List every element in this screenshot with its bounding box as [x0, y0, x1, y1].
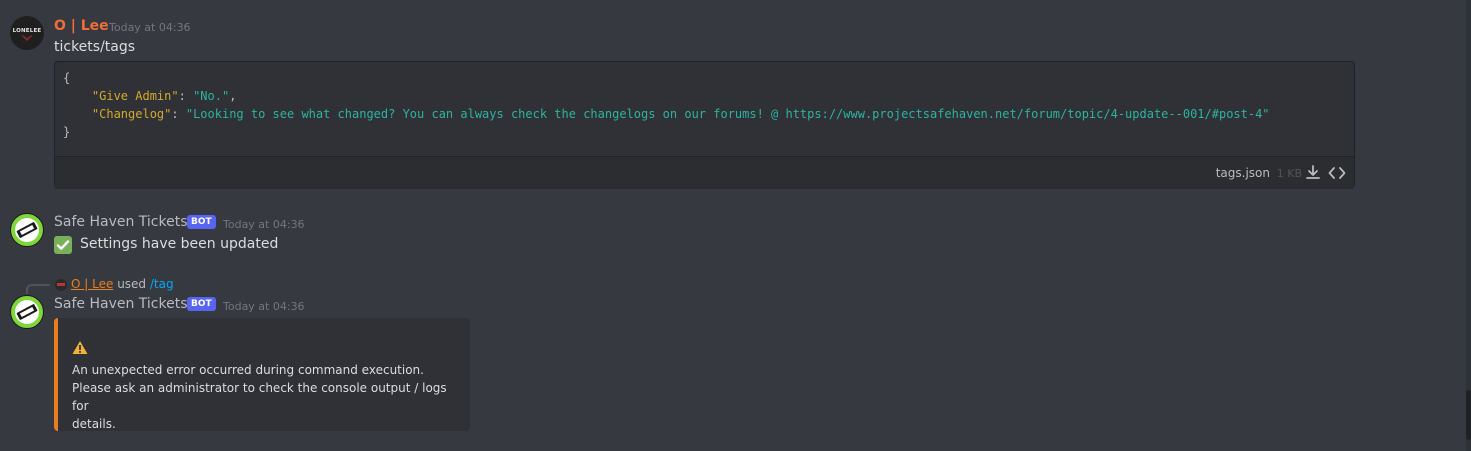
message-timestamp: Today at 04:36 [223, 218, 305, 231]
user-avatar[interactable]: LONELEE [10, 16, 44, 50]
avatar-bird-icon [21, 35, 33, 41]
avatar-text: LONELEE [12, 28, 42, 34]
chat-window: LONELEE O | Lee Today at 04:36 tickets/t… [0, 0, 1471, 451]
reply-user[interactable]: O | Lee [71, 277, 113, 291]
download-icon[interactable] [1304, 164, 1322, 182]
warning-icon [72, 340, 88, 355]
attachment-filename[interactable]: tags.json [1216, 166, 1270, 180]
code-text: { "Give Admin": "No.", "Changelog": "Loo… [63, 71, 1270, 139]
message-timestamp: Today at 04:36 [223, 300, 305, 313]
message-author[interactable]: Safe Haven Tickets [54, 296, 188, 312]
embed-line: An unexpected error occurred during comm… [72, 363, 424, 377]
scrollbar-thumb[interactable] [1466, 390, 1471, 440]
reply-connector [26, 284, 50, 294]
embed-description: An unexpected error occurred during comm… [72, 361, 452, 433]
code-block-footer: tags.json 1 KB [55, 156, 1354, 189]
bot-badge: BOT [187, 297, 216, 311]
message-timestamp: Today at 04:36 [109, 21, 191, 34]
reply-reference[interactable]: O | Lee used /tag [71, 277, 174, 291]
attachment-filesize: 1 KB [1276, 167, 1302, 180]
bot-avatar[interactable] [10, 213, 44, 247]
reply-avatar[interactable] [55, 279, 67, 291]
reply-command[interactable]: /tag [150, 277, 174, 291]
message-author[interactable]: Safe Haven Tickets [54, 214, 188, 230]
embed-line: Please ask an administrator to check the… [72, 381, 447, 413]
bot-avatar[interactable] [10, 295, 44, 329]
code-block: { "Give Admin": "No.", "Changelog": "Loo… [54, 61, 1355, 189]
scrollbar[interactable] [1466, 0, 1471, 451]
embed-line: details. [72, 417, 116, 431]
message-content: tickets/tags [54, 39, 136, 55]
message-author[interactable]: O | Lee [54, 18, 109, 34]
code-expand-icon[interactable] [1328, 164, 1346, 182]
message-content: Settings have been updated [80, 236, 279, 252]
bot-badge: BOT [187, 215, 216, 229]
reply-used-text: used [117, 277, 147, 291]
check-mark-icon [54, 236, 72, 254]
error-embed: An unexpected error occurred during comm… [54, 318, 470, 431]
